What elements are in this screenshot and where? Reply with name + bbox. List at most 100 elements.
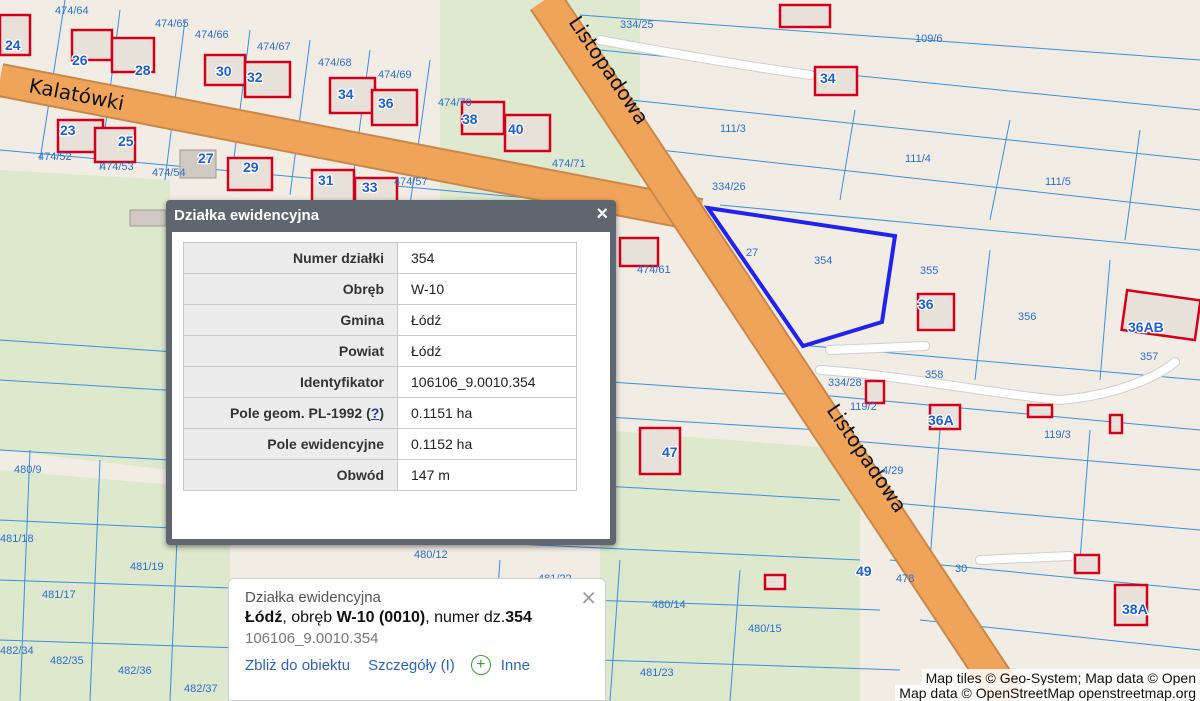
- attr-value: 106106_9.0010.354: [397, 366, 577, 398]
- details-link[interactable]: Szczegóły (I): [368, 657, 455, 674]
- svg-text:358: 358: [925, 369, 943, 381]
- zoom-to-object-link[interactable]: Zbliż do obiektu: [245, 657, 350, 674]
- card-location: Łódź, obręb W-10 (0010), numer dz.354: [245, 609, 589, 627]
- parcel-attributes-table: Numer działki 354 Obręb W-10 Gmina Łódź …: [183, 242, 577, 491]
- svg-text:31: 31: [318, 172, 334, 188]
- attr-key: Obręb: [183, 273, 398, 305]
- card-text: , numer dz.: [425, 609, 506, 626]
- svg-text:474/67: 474/67: [257, 41, 291, 53]
- svg-text:474/61: 474/61: [637, 264, 671, 276]
- svg-text:47: 47: [662, 444, 678, 460]
- svg-text:34: 34: [820, 70, 836, 86]
- svg-text:24: 24: [5, 37, 21, 53]
- table-row: Powiat Łódź: [183, 335, 577, 367]
- svg-text:23: 23: [60, 122, 76, 138]
- popup-title: Działka ewidencyjna: [174, 207, 320, 224]
- svg-text:38: 38: [462, 111, 478, 127]
- svg-text:334/28: 334/28: [828, 377, 862, 389]
- svg-text:36AB: 36AB: [1128, 319, 1164, 335]
- svg-text:111/4: 111/4: [905, 153, 931, 165]
- table-row: Identyfikator 106106_9.0010.354: [183, 366, 577, 398]
- table-row: Gmina Łódź: [183, 304, 577, 336]
- svg-text:481/19: 481/19: [130, 561, 164, 573]
- attr-value: Łódź: [397, 335, 577, 367]
- svg-text:481/17: 481/17: [42, 589, 76, 601]
- card-precinct: W-10 (0010): [336, 609, 426, 626]
- card-text: , obręb: [282, 609, 337, 626]
- parcel-info-popup: Działka ewidencyjna × Numer działki 354 …: [166, 200, 616, 545]
- attr-value: 147 m: [397, 459, 577, 491]
- svg-text:481/23: 481/23: [640, 667, 674, 679]
- svg-text:474/53: 474/53: [100, 161, 134, 173]
- attr-value: 0.1152 ha: [397, 428, 577, 460]
- attr-value: W-10: [397, 273, 577, 305]
- svg-text:474/68: 474/68: [318, 57, 352, 69]
- table-row: Pole geom. PL-1992 (?) 0.1151 ha: [183, 397, 577, 429]
- svg-text:474/70: 474/70: [438, 97, 472, 109]
- svg-text:474/66: 474/66: [195, 29, 229, 41]
- svg-text:38A: 38A: [1122, 601, 1148, 617]
- attr-key: Obwód: [183, 459, 398, 491]
- attr-key: Powiat: [183, 335, 398, 367]
- svg-text:474/65: 474/65: [155, 18, 189, 30]
- svg-text:49: 49: [856, 563, 872, 579]
- svg-text:355: 355: [920, 265, 938, 277]
- svg-text:36A: 36A: [928, 412, 954, 428]
- table-row: Numer działki 354: [183, 242, 577, 274]
- svg-text:480/15: 480/15: [748, 623, 782, 635]
- svg-text:356: 356: [1018, 311, 1036, 323]
- attr-key: Numer działki: [183, 242, 398, 274]
- attr-key: Gmina: [183, 304, 398, 336]
- svg-text:33: 33: [362, 179, 378, 195]
- attr-value: 354: [397, 242, 577, 274]
- card-close-icon[interactable]: ⨯: [580, 585, 597, 610]
- svg-text:36: 36: [918, 296, 934, 312]
- popup-body: Numer działki 354 Obręb W-10 Gmina Łódź …: [172, 232, 610, 539]
- svg-text:482/36: 482/36: [118, 665, 152, 677]
- svg-text:30: 30: [955, 563, 967, 575]
- svg-text:334/25: 334/25: [620, 19, 654, 31]
- card-parcel-number: 354: [505, 609, 532, 626]
- attr-key: Identyfikator: [183, 366, 398, 398]
- svg-text:119/2: 119/2: [850, 401, 877, 413]
- svg-text:25: 25: [118, 133, 134, 149]
- attr-key-text: Pole geom. PL-1992 (: [229, 405, 371, 421]
- svg-text:30: 30: [216, 63, 232, 79]
- svg-text:480/14: 480/14: [652, 599, 686, 611]
- svg-text:26: 26: [72, 52, 88, 68]
- svg-text:480/9: 480/9: [14, 464, 42, 476]
- svg-text:480/12: 480/12: [414, 549, 448, 561]
- map-attribution-osm[interactable]: Map data © OpenStreetMap openstreetmap.o…: [895, 685, 1200, 701]
- svg-text:29: 29: [243, 159, 259, 175]
- plus-icon[interactable]: +: [470, 655, 491, 675]
- svg-text:474/54: 474/54: [152, 167, 186, 179]
- svg-text:4/29: 4/29: [882, 465, 903, 477]
- attr-value: Łódź: [397, 304, 577, 336]
- svg-text:474/57: 474/57: [394, 176, 428, 188]
- svg-text:36: 36: [378, 95, 394, 111]
- svg-text:28: 28: [135, 62, 151, 78]
- table-row: Obręb W-10: [183, 273, 577, 305]
- other-link[interactable]: Inne: [501, 657, 530, 674]
- svg-text:111/5: 111/5: [1045, 176, 1071, 188]
- svg-text:482/34: 482/34: [0, 645, 34, 657]
- svg-text:34: 34: [338, 86, 354, 102]
- svg-text:474/52: 474/52: [38, 151, 72, 163]
- svg-text:474/64: 474/64: [55, 5, 89, 17]
- card-links: Zbliż do obiektu Szczegóły (I) + Inne: [245, 655, 589, 675]
- svg-text:474/71: 474/71: [552, 158, 586, 170]
- svg-text:357: 357: [1140, 351, 1158, 363]
- table-row: Pole ewidencyjne 0.1152 ha: [183, 428, 577, 460]
- svg-text:27: 27: [198, 150, 214, 166]
- close-icon[interactable]: ×: [596, 203, 608, 226]
- attr-key: Pole geom. PL-1992 (?): [183, 397, 398, 429]
- svg-text:40: 40: [508, 121, 524, 137]
- svg-text:481/18: 481/18: [0, 533, 34, 545]
- svg-text:482/35: 482/35: [50, 655, 84, 667]
- svg-text:32: 32: [247, 69, 263, 85]
- parcel-summary-card: ⨯ Działka ewidencyjna Łódź, obręb W-10 (…: [228, 578, 606, 701]
- svg-text:482/37: 482/37: [184, 683, 218, 695]
- svg-text:478: 478: [896, 573, 914, 585]
- svg-text:334/26: 334/26: [712, 181, 746, 193]
- svg-text:111/3: 111/3: [720, 123, 746, 135]
